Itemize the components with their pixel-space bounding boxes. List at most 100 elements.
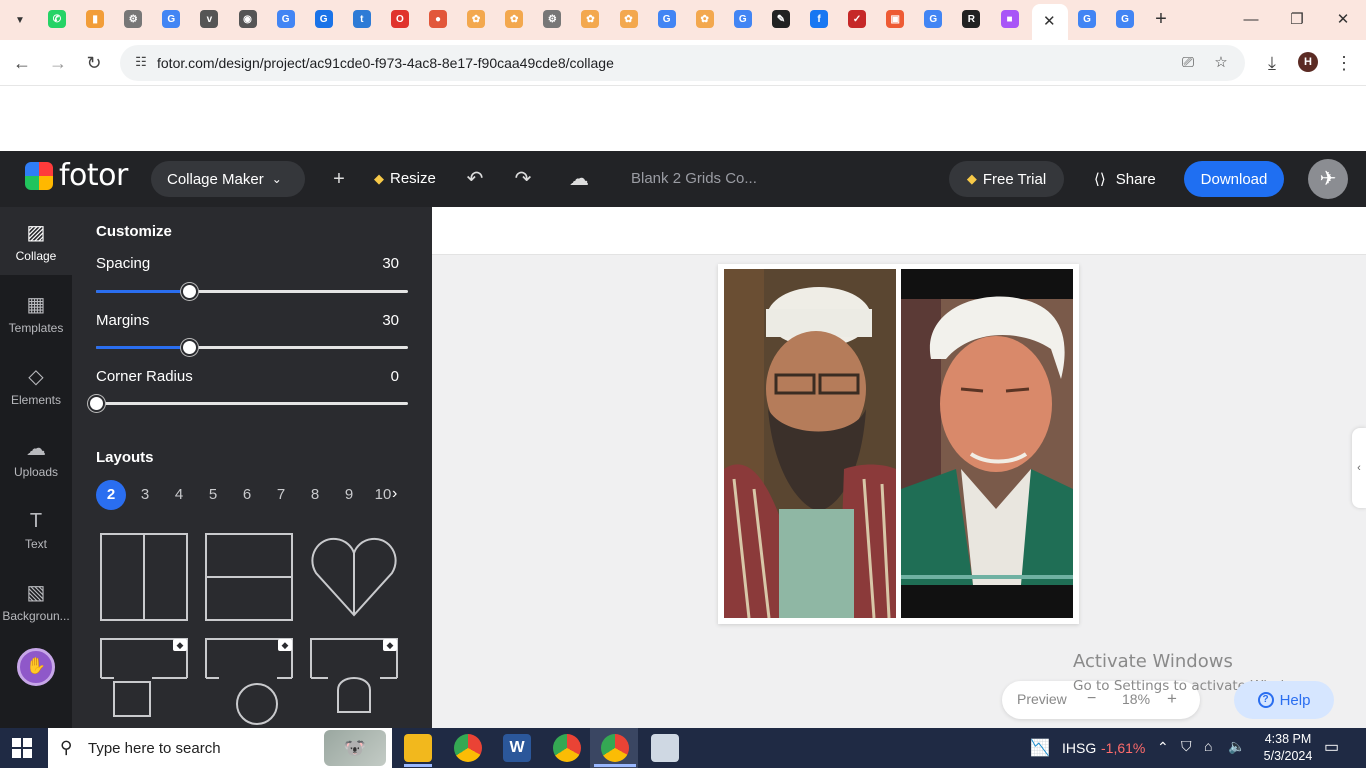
google-icon[interactable]: G [276,10,295,28]
layout-thumb-horizontal-split[interactable] [205,533,293,621]
word-icon[interactable]: W [503,734,531,762]
fotor-icon[interactable]: ✿ [505,10,524,28]
url-text[interactable]: fotor.com/design/project/ac91cde0-f973-4… [157,55,614,71]
collage-photo-left[interactable] [724,269,896,618]
chrome-profile-icon[interactable] [553,734,581,762]
opera-icon[interactable]: O [390,10,409,28]
spacing-value[interactable]: 30 [382,255,399,272]
acrobat-icon[interactable]: ✓ [848,10,867,28]
ro-icon[interactable]: R [962,10,981,28]
corner-radius-value[interactable]: 0 [391,368,399,385]
layout-count-6[interactable]: 6 [232,480,262,510]
profile-avatar[interactable]: H [1298,52,1318,72]
downloads-icon[interactable]: ⤓ [1260,51,1284,75]
rail-item-templates[interactable]: ▦ Templates [0,279,72,347]
site-info-icon[interactable]: ☷ [132,54,150,72]
layout-thumb-vertical-split[interactable] [100,533,188,621]
tab-search-chevron-icon[interactable]: ▼ [8,8,32,32]
close-tab-icon[interactable]: ✕ [1043,12,1056,30]
install-app-icon[interactable]: ⎚ [1178,53,1198,73]
taskbar-search[interactable]: ⚲ Type here to search 🐨 [48,728,392,768]
chrome-settings-icon[interactable]: ⚙ [124,10,143,28]
expand-right-panel-button[interactable]: ‹ [1352,428,1366,508]
bookmark-star-icon[interactable]: ☆ [1211,53,1231,73]
redo-icon[interactable]: ↷ [510,166,536,192]
collage-photo-right[interactable] [901,269,1073,618]
analytics-icon[interactable]: ▮ [86,10,105,28]
layout-count-7[interactable]: 7 [266,480,296,510]
google-icon[interactable]: G [314,10,333,28]
undo-icon[interactable]: ↶ [462,166,488,192]
forward-button[interactable]: → [46,51,70,75]
free-trial-button[interactable]: ◆ Free Trial [949,161,1064,197]
layout-count-2[interactable]: 2 [96,480,126,510]
rail-item-text[interactable]: T Text [0,495,72,563]
resize-button[interactable]: ◆ Resize [374,170,436,187]
layout-count-3[interactable]: 3 [130,480,160,510]
file-explorer-icon[interactable] [404,734,432,762]
google-icon[interactable]: G [1116,10,1134,28]
fotor-icon[interactable]: ✿ [695,10,714,28]
download-button[interactable]: Download [1184,161,1284,197]
layout-thumb-heart[interactable] [310,533,398,621]
stock-widget[interactable]: 📉 IHSG -1,61% [1030,728,1160,768]
fotor-icon[interactable]: ✿ [467,10,486,28]
layout-count-8[interactable]: 8 [300,480,330,510]
share-button[interactable]: ⟨⟩ Share [1094,170,1156,189]
network-app-icon[interactable] [651,734,679,762]
rail-item-uploads[interactable]: ☁ Uploads [0,423,72,491]
facebook-icon[interactable]: f [810,10,828,28]
volume-icon[interactable]: 🔈 [1228,738,1245,755]
network-icon[interactable]: ⌂ [1204,738,1212,754]
gradient-app-icon[interactable]: ■ [1000,10,1019,28]
add-icon[interactable]: + [326,166,352,192]
omnibox[interactable]: ☷ fotor.com/design/project/ac91cde0-f973… [120,45,1245,81]
slides-icon[interactable]: ▣ [886,10,905,28]
collage-canvas[interactable] [718,264,1079,624]
close-window-button[interactable]: ✕ [1328,8,1358,32]
chat-icon[interactable]: ● [429,10,447,28]
cloud-save-icon[interactable]: ☁ [566,166,592,192]
rail-item-collage[interactable]: ▨ Collage [0,207,72,275]
fotor-logo-text[interactable]: fotor [59,158,128,193]
reload-button[interactable]: ↻ [82,51,106,75]
security-icon[interactable]: ⛉ [1181,738,1192,755]
clock[interactable]: 4:38 PM 5/3/2024 [1254,728,1322,768]
minimize-button[interactable]: — [1236,8,1266,32]
whatsapp-icon[interactable]: ✆ [48,10,66,28]
layout-thumb-frame-arch[interactable] [310,638,398,726]
assistant-hand-icon[interactable]: ✋ [17,648,55,686]
document-name[interactable]: Blank 2 Grids Co... [631,170,757,187]
fotor-logo-icon[interactable] [25,162,53,190]
corner-radius-slider-handle[interactable] [87,395,105,412]
google-icon[interactable]: G [924,10,943,28]
fotor-icon[interactable]: ✿ [619,10,638,28]
active-tab[interactable]: ✕ [1032,4,1068,40]
help-button[interactable]: ? Help [1234,681,1334,719]
vra-icon[interactable]: v [200,10,219,28]
user-avatar[interactable]: ✈ [1308,159,1348,199]
chevron-right-icon[interactable]: › [392,485,397,503]
margins-slider[interactable] [96,339,408,356]
browser-menu-icon[interactable]: ⋮ [1332,51,1356,75]
google-icon[interactable]: G [162,10,181,28]
margins-slider-handle[interactable] [181,339,199,356]
fotor-icon[interactable]: ✿ [581,10,600,28]
spacing-slider-handle[interactable] [181,283,199,300]
chrome-settings-icon[interactable]: ⚙ [543,10,562,28]
mode-dropdown[interactable]: Collage Maker ⌄ [151,161,305,197]
back-button[interactable]: ← [10,51,34,75]
layout-thumb-frame-circle[interactable] [205,638,293,726]
layout-count-9[interactable]: 9 [334,480,364,510]
ti-icon[interactable]: t [352,10,371,28]
layout-thumb-frame-square[interactable] [100,638,188,726]
rail-item-backgroun[interactable]: ▧ Backgroun... [0,567,72,635]
preview-button[interactable]: Preview [1017,691,1067,707]
notifications-icon[interactable]: ▭ [1324,737,1339,757]
windows-start-icon[interactable] [12,738,32,758]
rail-item-elements[interactable]: ◇ Elements [0,351,72,419]
pen-icon[interactable]: ✎ [771,10,790,28]
spacing-slider[interactable] [96,283,408,300]
restore-button[interactable]: ❐ [1282,8,1312,32]
new-tab-button[interactable]: + [1150,7,1172,31]
